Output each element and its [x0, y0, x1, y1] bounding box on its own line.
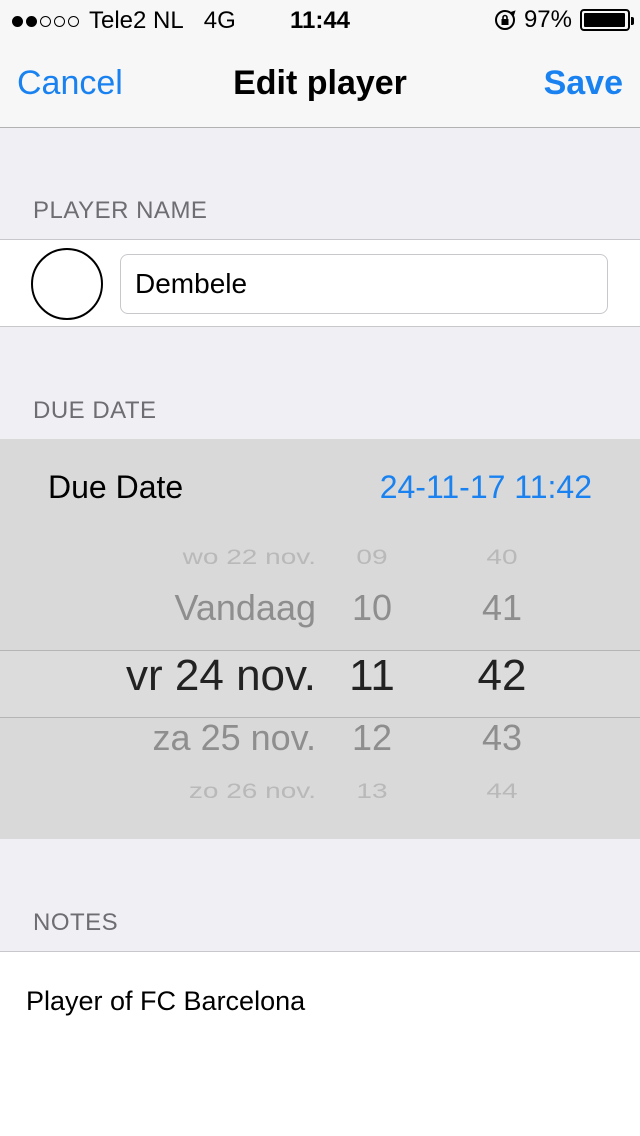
rotation-lock-icon: [494, 9, 516, 31]
player-name-input[interactable]: [120, 254, 608, 314]
picker-hour-option[interactable]: 09: [330, 545, 414, 569]
picker-minute-option[interactable]: 43: [460, 717, 544, 759]
picker-hour-option[interactable]: 13: [330, 779, 414, 803]
player-name-header: PLAYER NAME: [33, 197, 208, 224]
picker-minute-option[interactable]: 41: [460, 587, 544, 629]
date-time-picker[interactable]: wo 22 nov. Vandaag vr 24 nov. za 25 nov.…: [0, 529, 640, 839]
edit-player-screen: Tele2 NL 4G 11:44 97% Cancel Edit player…: [0, 0, 640, 1136]
picker-hour-option[interactable]: 12: [330, 717, 414, 759]
battery-percentage: 97%: [523, 6, 572, 33]
picker-day-selected[interactable]: vr 24 nov.: [60, 651, 316, 701]
player-name-row: [0, 239, 640, 327]
battery-icon: [580, 9, 634, 31]
picker-day-option[interactable]: Vandaag: [60, 587, 316, 629]
picker-day-option[interactable]: zo 26 nov.: [60, 779, 316, 803]
player-avatar[interactable]: [31, 248, 103, 320]
due-date-header: DUE DATE: [33, 397, 157, 424]
save-button[interactable]: Save: [544, 64, 623, 103]
picker-minute-option[interactable]: 44: [460, 779, 544, 803]
notes-header: NOTES: [33, 909, 119, 936]
status-bar: Tele2 NL 4G 11:44 97%: [0, 0, 640, 40]
due-date-block: Due Date 24-11-17 11:42 wo 22 nov. Vanda…: [0, 439, 640, 839]
picker-day-column[interactable]: wo 22 nov. Vandaag vr 24 nov. za 25 nov.…: [60, 529, 316, 839]
picker-minute-selected[interactable]: 42: [460, 651, 544, 701]
due-date-label: Due Date: [48, 469, 184, 505]
navigation-bar: Cancel Edit player Save: [0, 40, 640, 128]
status-right: 97%: [494, 6, 634, 34]
notes-text[interactable]: Player of FC Barcelona: [26, 986, 305, 1017]
picker-hour-option[interactable]: 10: [330, 587, 414, 629]
picker-day-option[interactable]: wo 22 nov.: [60, 545, 316, 569]
due-date-value[interactable]: 24-11-17 11:42: [380, 469, 592, 506]
notes-text-area[interactable]: Player of FC Barcelona: [0, 951, 640, 1136]
picker-day-option[interactable]: za 25 nov.: [60, 717, 316, 759]
battery-fill: [584, 13, 625, 27]
picker-minute-column[interactable]: 40 41 42 43 44: [460, 529, 544, 839]
picker-hour-selected[interactable]: 11: [330, 651, 414, 701]
picker-minute-option[interactable]: 40: [460, 545, 544, 569]
picker-hour-column[interactable]: 09 10 11 12 13: [330, 529, 414, 839]
